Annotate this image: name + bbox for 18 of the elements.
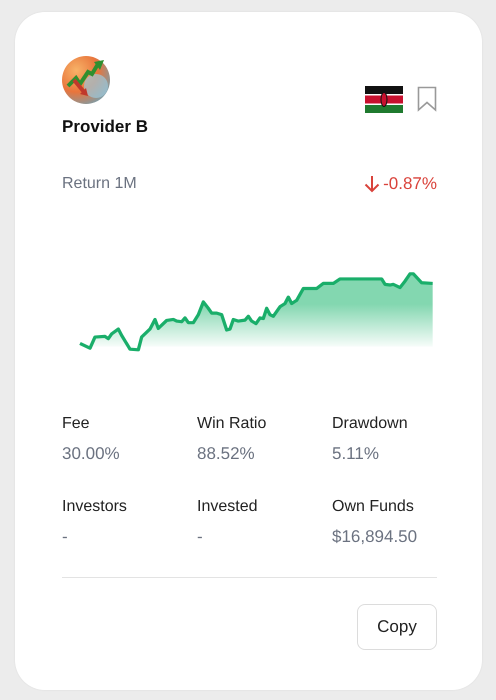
stat-label: Fee bbox=[62, 414, 91, 434]
return-label: Return 1M bbox=[62, 174, 137, 194]
stat-value: 30.00% bbox=[62, 444, 121, 464]
flag-icon bbox=[365, 86, 403, 112]
stat-value: 5.11% bbox=[332, 444, 380, 464]
return-value: -0.87% bbox=[364, 173, 437, 195]
copy-button[interactable]: Copy bbox=[357, 604, 437, 650]
stat-value: 88.52% bbox=[197, 444, 256, 464]
stat-label: Win Ratio bbox=[197, 414, 268, 434]
stat-value: - bbox=[62, 527, 69, 547]
provider-name: Provider B bbox=[62, 117, 148, 137]
bookmark-icon[interactable] bbox=[417, 86, 437, 112]
stat-label: Own Funds bbox=[332, 497, 415, 517]
stat-label: Investors bbox=[62, 497, 128, 517]
stat-label: Drawdown bbox=[332, 414, 409, 434]
stat-value: - bbox=[197, 527, 204, 547]
stat-label: Invested bbox=[197, 497, 258, 517]
stat-value: $16,894.50 bbox=[332, 527, 418, 547]
